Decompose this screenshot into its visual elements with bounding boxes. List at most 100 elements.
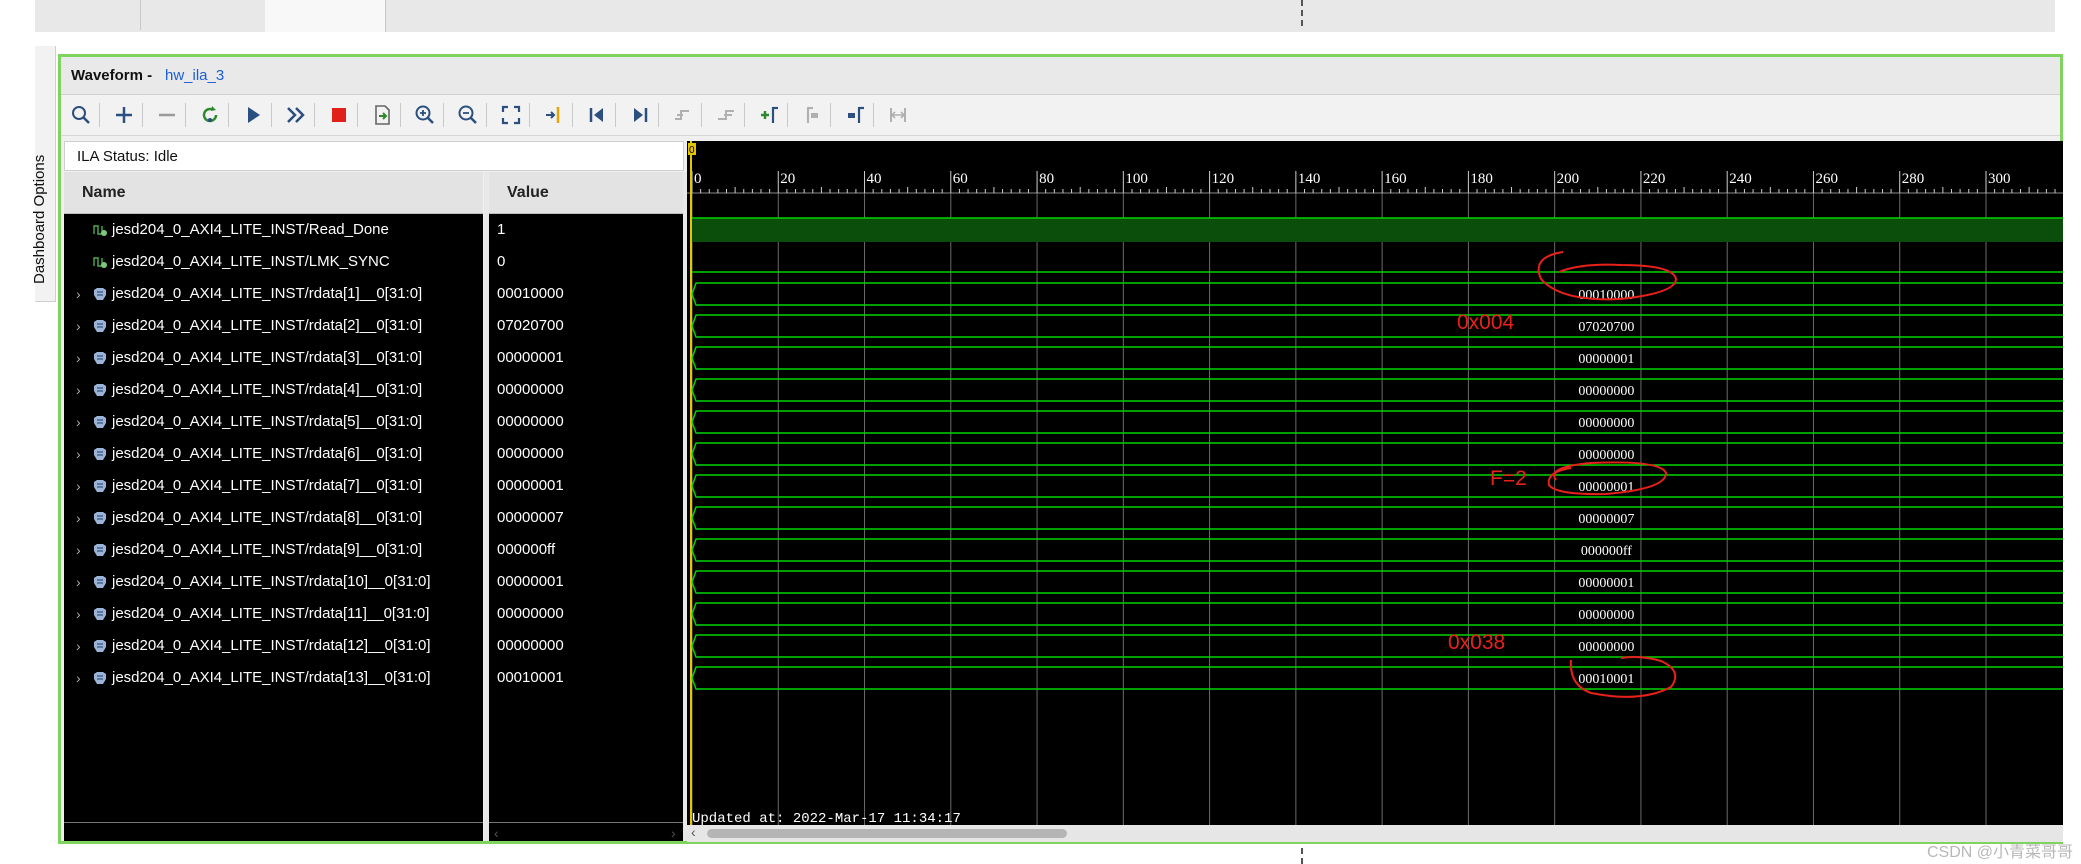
toolbar-separator [228, 103, 229, 127]
value-row[interactable]: 00000000 [489, 598, 683, 630]
expand-chevron-icon[interactable]: › [76, 638, 81, 654]
waveform-canvas[interactable]: 0 20 40 60 80 100 120 140 160 180 200 220 240 260 280 3… [687, 141, 2063, 825]
signal-value: 00000001 [497, 573, 564, 590]
editor-tab-strip [35, 0, 2055, 32]
signal-row[interactable]: › jesd204_0_AXI4_LITE_INST/rdata[3]__0[31… [64, 342, 483, 374]
value-row[interactable]: 00000000 [489, 438, 683, 470]
expand-chevron-icon[interactable]: › [76, 318, 81, 334]
signal-value: 00000001 [497, 349, 564, 366]
run-immediate-icon[interactable] [281, 101, 311, 129]
signal-row[interactable]: › jesd204_0_AXI4_LITE_INST/rdata[8]__0[31… [64, 502, 483, 534]
value-row[interactable]: 00000001 [489, 342, 683, 374]
zoom-fit-icon[interactable] [496, 101, 526, 129]
value-column-header[interactable]: Value [489, 172, 683, 214]
value-scroll-left-arrow[interactable]: ‹ [494, 825, 499, 842]
value-row[interactable]: 00000007 [489, 502, 683, 534]
prev-marker-icon[interactable] [797, 101, 827, 129]
next-marker-icon[interactable] [840, 101, 870, 129]
value-row[interactable]: 00010001 [489, 662, 683, 694]
signal-row[interactable]: › jesd204_0_AXI4_LITE_INST/rdata[13]__0[3… [64, 662, 483, 694]
toolbar-separator [572, 103, 573, 127]
goto-cursor-icon[interactable] [539, 101, 569, 129]
expand-chevron-icon[interactable]: › [76, 382, 81, 398]
editor-tab[interactable] [140, 0, 266, 30]
value-row[interactable]: 1 [489, 214, 683, 246]
signal-value: 000000ff [497, 541, 556, 558]
signal-value: 00000000 [497, 413, 564, 430]
expand-chevron-icon[interactable]: › [76, 414, 81, 430]
signal-row[interactable]: jesd204_0_AXI4_LITE_INST/Read_Done [64, 214, 483, 246]
waveform-hscrollbar[interactable]: ‹ [687, 824, 2063, 842]
editor-tab[interactable] [35, 0, 141, 30]
bus-value-label: 07020700 [1578, 320, 1634, 335]
name-column-header[interactable]: Name [64, 172, 483, 214]
editor-tab-active[interactable] [265, 0, 386, 32]
swap-cursors-icon[interactable] [883, 101, 913, 129]
refresh-icon[interactable] [195, 101, 225, 129]
zoom-add-icon[interactable] [109, 101, 139, 129]
ruler-tick-label: 180 [1470, 171, 1493, 187]
expand-chevron-icon[interactable]: › [76, 286, 81, 302]
expand-chevron-icon[interactable]: › [76, 446, 81, 462]
toolbar-separator [744, 103, 745, 127]
signal-value: 00010000 [497, 285, 564, 302]
signal-row[interactable]: › jesd204_0_AXI4_LITE_INST/rdata[4]__0[31… [64, 374, 483, 406]
search-icon[interactable] [66, 101, 96, 129]
value-row[interactable]: 000000ff [489, 534, 683, 566]
expand-chevron-icon[interactable]: › [76, 670, 81, 686]
signal-row[interactable]: › jesd204_0_AXI4_LITE_INST/rdata[10]__0[3… [64, 566, 483, 598]
expand-chevron-icon[interactable]: › [76, 542, 81, 558]
toolbar-separator [658, 103, 659, 127]
signal-value-column: Value 1 0 00010000 07020700 00000001 00000000… [489, 172, 683, 841]
remove-icon[interactable] [152, 101, 182, 129]
signal-row[interactable]: › jesd204_0_AXI4_LITE_INST/rdata[5]__0[31… [64, 406, 483, 438]
bus-wave [691, 474, 2063, 498]
prev-transition-icon[interactable] [668, 101, 698, 129]
value-row[interactable]: 0 [489, 246, 683, 278]
value-row[interactable]: 00000001 [489, 470, 683, 502]
add-marker-icon[interactable] [754, 101, 784, 129]
value-row[interactable]: 07020700 [489, 310, 683, 342]
signal-row[interactable]: › jesd204_0_AXI4_LITE_INST/rdata[1]__0[31… [64, 278, 483, 310]
panel-subtitle: hw_ila_3 [165, 67, 225, 84]
value-row[interactable]: 00000000 [489, 374, 683, 406]
export-icon[interactable] [367, 101, 397, 129]
bus-wave [691, 442, 2063, 466]
dashboard-options-sidebar[interactable]: Dashboard Options [31, 46, 56, 302]
signal-row[interactable]: › jesd204_0_AXI4_LITE_INST/rdata[2]__0[31… [64, 310, 483, 342]
run-trigger-icon[interactable] [238, 101, 268, 129]
bus-value-label: 00000001 [1578, 480, 1634, 495]
ruler-tick-label: 80 [1039, 171, 1054, 187]
expand-chevron-icon[interactable]: › [76, 350, 81, 366]
signal-row[interactable]: jesd204_0_AXI4_LITE_INST/LMK_SYNC [64, 246, 483, 278]
value-row[interactable]: 00000000 [489, 630, 683, 662]
signal-value: 07020700 [497, 317, 564, 334]
dashboard-options-label[interactable]: Dashboard Options [31, 155, 48, 284]
expand-chevron-icon[interactable]: › [76, 606, 81, 622]
next-transition-icon[interactable] [711, 101, 741, 129]
goto-end-icon[interactable] [625, 101, 655, 129]
stop-icon[interactable] [324, 101, 354, 129]
bus-value-label: 00000000 [1578, 384, 1634, 399]
value-row[interactable]: 00000000 [489, 406, 683, 438]
zoom-out-icon[interactable] [453, 101, 483, 129]
signal-row[interactable]: › jesd204_0_AXI4_LITE_INST/rdata[7]__0[31… [64, 470, 483, 502]
signal-row[interactable]: › jesd204_0_AXI4_LITE_INST/rdata[11]__0[3… [64, 598, 483, 630]
signal-row[interactable]: › jesd204_0_AXI4_LITE_INST/rdata[6]__0[31… [64, 438, 483, 470]
signal-value: 0 [497, 253, 506, 270]
value-row[interactable]: 00010000 [489, 278, 683, 310]
signal-row[interactable]: › jesd204_0_AXI4_LITE_INST/rdata[9]__0[31… [64, 534, 483, 566]
scroll-left-arrow[interactable]: ‹ [691, 824, 696, 840]
goto-start-icon[interactable] [582, 101, 612, 129]
scroll-thumb[interactable] [707, 829, 1067, 838]
expand-chevron-icon[interactable]: › [76, 574, 81, 590]
signal-row[interactable]: › jesd204_0_AXI4_LITE_INST/rdata[12]__0[3… [64, 630, 483, 662]
zoom-in-icon[interactable] [410, 101, 440, 129]
toolbar-separator [142, 103, 143, 127]
value-row[interactable]: 00000001 [489, 566, 683, 598]
value-scroll-right-arrow[interactable]: › [671, 825, 676, 842]
ruler-tick-label: 260 [1815, 171, 1838, 187]
expand-chevron-icon[interactable]: › [76, 478, 81, 494]
expand-chevron-icon[interactable]: › [76, 510, 81, 526]
window-divider [1301, 848, 1303, 864]
